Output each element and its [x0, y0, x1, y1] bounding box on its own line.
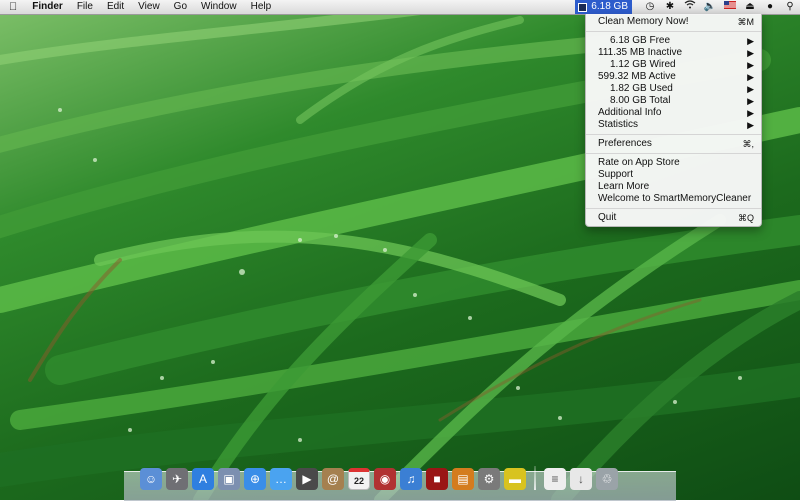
us-flag-icon[interactable] — [722, 0, 738, 14]
menu-item-label: Support — [598, 169, 634, 180]
memory-cleaner-menu: Clean Memory Now! ⌘M 6.18 GB Free ▶ 111.… — [585, 14, 762, 227]
user-icon[interactable]: ● — [762, 0, 778, 14]
document-icon[interactable]: ≡ — [544, 468, 566, 490]
menu-item-total[interactable]: 8.00 GB Total ▶ — [586, 95, 761, 107]
trash-icon[interactable]: ♲ — [596, 468, 618, 490]
menu-item-label: 1.12 GB Wired — [610, 59, 676, 70]
system-preferences-icon[interactable]: ⚙ — [478, 468, 500, 490]
shortcut-label: ⌘, — [742, 139, 754, 149]
photo-booth-icon[interactable]: ◉ — [374, 468, 396, 490]
time-machine-icon[interactable]: ◷ — [642, 0, 658, 14]
menu-item-label: Learn More — [598, 181, 650, 192]
wifi-icon[interactable] — [682, 0, 698, 14]
menu-item-inactive[interactable]: 111.35 MB Inactive ▶ — [586, 47, 761, 59]
menu-file[interactable]: File — [70, 0, 100, 14]
submenu-arrow-icon: ▶ — [747, 36, 754, 46]
submenu-arrow-icon: ▶ — [747, 108, 754, 118]
menu-item-label: Statistics — [598, 119, 639, 130]
menu-item-active[interactable]: 599.32 MB Active ▶ — [586, 71, 761, 83]
app-menu-finder[interactable]: Finder — [25, 0, 70, 14]
dock: ☺ ✈ A ▣ ⊕… ▶ @22 ◉ ♫ ■ ▤ ⚙ ▬ ≡ ↓ ♲ — [140, 462, 622, 490]
menu-separator — [586, 208, 761, 209]
safari-icon[interactable]: ⊕ — [244, 468, 266, 490]
eject-icon[interactable]: ⏏ — [742, 0, 758, 14]
calendar-day-label: 22 — [353, 475, 364, 486]
menu-item-quit[interactable]: Quit ⌘Q — [586, 212, 761, 224]
submenu-arrow-icon: ▶ — [747, 84, 754, 94]
menu-item-free[interactable]: 6.18 GB Free ▶ — [586, 35, 761, 47]
menu-view[interactable]: View — [131, 0, 167, 14]
preview-icon[interactable]: ▣ — [218, 468, 240, 490]
messages-icon[interactable]: … — [270, 468, 292, 490]
menu-item-wired[interactable]: 1.12 GB Wired ▶ — [586, 59, 761, 71]
iphoto-icon[interactable]: ▤ — [452, 468, 474, 490]
menu-item-additional-info[interactable]: Additional Info ▶ — [586, 107, 761, 119]
itunes-icon[interactable]: ♫ — [400, 468, 422, 490]
submenu-arrow-icon: ▶ — [747, 120, 754, 130]
apple-menu-icon[interactable]:  — [0, 0, 25, 14]
menu-item-label: 8.00 GB Total — [610, 95, 671, 106]
menu-separator — [586, 31, 761, 32]
menu-item-label: Clean Memory Now! — [598, 16, 689, 27]
memory-chip-icon — [578, 2, 588, 12]
menu-separator — [586, 134, 761, 135]
menu-item-rate-app-store[interactable]: Rate on App Store — [586, 157, 761, 169]
submenu-arrow-icon: ▶ — [747, 48, 754, 58]
menu-item-label: 1.82 GB Used — [610, 83, 673, 94]
menu-item-welcome[interactable]: Welcome to SmartMemoryCleaner — [586, 193, 761, 205]
app-store-icon[interactable]: A — [192, 468, 214, 490]
finder-icon[interactable]: ☺ — [140, 468, 162, 490]
memory-status-readout: 6.18 GB — [591, 1, 628, 12]
menu-item-label: Rate on App Store — [598, 157, 680, 168]
menu-go[interactable]: Go — [167, 0, 194, 14]
shortcut-label: ⌘M — [737, 17, 755, 27]
menu-item-learn-more[interactable]: Learn More — [586, 181, 761, 193]
dock-separator — [534, 466, 536, 490]
spotlight-icon[interactable]: ⚲ — [782, 0, 798, 14]
menu-item-label: 599.32 MB Active — [598, 71, 676, 82]
facetime-icon[interactable]: ▶ — [296, 468, 318, 490]
menu-separator — [586, 153, 761, 154]
calendar-icon[interactable]: 22 — [348, 468, 370, 490]
menu-bar:  Finder File Edit View Go Window Help 6… — [0, 0, 800, 15]
volume-icon[interactable]: 🔈 — [702, 0, 718, 14]
photo-app-icon[interactable]: ■ — [426, 468, 448, 490]
shortcut-label: ⌘Q — [737, 213, 754, 223]
submenu-arrow-icon: ▶ — [747, 96, 754, 106]
menu-item-label: Quit — [598, 212, 617, 223]
submenu-arrow-icon: ▶ — [747, 60, 754, 70]
menu-help[interactable]: Help — [244, 0, 279, 14]
bluetooth-icon[interactable]: ✱ — [662, 0, 678, 14]
menu-window[interactable]: Window — [194, 0, 244, 14]
menu-extras: 6.18 GB ◷ ✱ 🔈 ⏏ ● ⚲ — [575, 0, 800, 14]
memory-cleaner-status-item[interactable]: 6.18 GB — [575, 0, 632, 14]
menu-item-clean-memory[interactable]: Clean Memory Now! ⌘M — [586, 16, 761, 28]
menu-item-label: Welcome to SmartMemoryCleaner — [598, 193, 752, 204]
menu-item-label: 111.35 MB Inactive — [598, 47, 683, 58]
memory-cleaner-icon[interactable]: ▬ — [504, 468, 526, 490]
downloads-icon[interactable]: ↓ — [570, 468, 592, 490]
menu-item-label: Preferences — [598, 138, 652, 149]
menu-item-support[interactable]: Support — [586, 169, 761, 181]
launchpad-icon[interactable]: ✈ — [166, 468, 188, 490]
menu-edit[interactable]: Edit — [100, 0, 131, 14]
menu-item-statistics[interactable]: Statistics ▶ — [586, 119, 761, 131]
menu-item-label: Additional Info — [598, 107, 662, 118]
menu-item-used[interactable]: 1.82 GB Used ▶ — [586, 83, 761, 95]
submenu-arrow-icon: ▶ — [747, 72, 754, 82]
menu-item-label: 6.18 GB Free — [610, 35, 671, 46]
menu-item-preferences[interactable]: Preferences ⌘, — [586, 138, 761, 150]
contacts-icon[interactable]: @ — [322, 468, 344, 490]
